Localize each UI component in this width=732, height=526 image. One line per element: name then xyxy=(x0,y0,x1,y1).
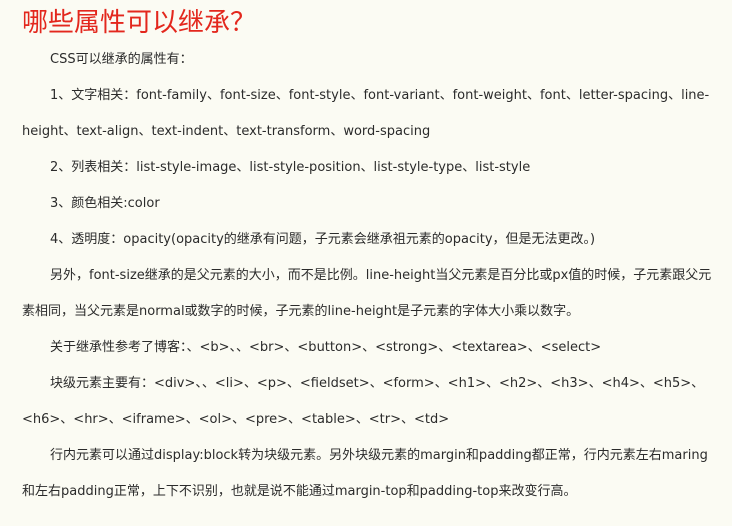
paragraph-inline-elements: 行内元素可以通过display:block转为块级元素。另外块级元素的margi… xyxy=(22,448,708,499)
page-title: 哪些属性可以继承？ xyxy=(22,8,257,38)
article: 哪些属性可以继承？ CSS可以继承的属性有： 1、文字相关：font-famil… xyxy=(0,0,732,526)
paragraph-reference: 关于继承性参考了博客：、<b>、、<br>、<button>、<strong>、… xyxy=(50,340,602,355)
paragraph-opacity-property: 4、透明度：opacity(opacity的继承有问题，子元素会继承祖元素的op… xyxy=(50,232,596,247)
paragraph-list-properties: 2、列表相关：list-style-image、list-style-posit… xyxy=(50,160,531,175)
paragraph-block-elements: 块级元素主要有：<div>、、<li>、<p>、<fieldset>、<form… xyxy=(22,376,705,427)
paragraph-text-properties: 1、文字相关：font-family、font-size、font-style、… xyxy=(22,88,710,139)
paragraph-font-size-note: 另外，font-size继承的是父元素的大小，而不是比例。line-height… xyxy=(22,268,712,319)
paragraph-intro: CSS可以继承的属性有： xyxy=(50,52,193,67)
paragraph-color-property: 3、颜色相关:color xyxy=(50,196,160,211)
article-body: CSS可以继承的属性有： 1、文字相关：font-family、font-siz… xyxy=(22,42,714,510)
